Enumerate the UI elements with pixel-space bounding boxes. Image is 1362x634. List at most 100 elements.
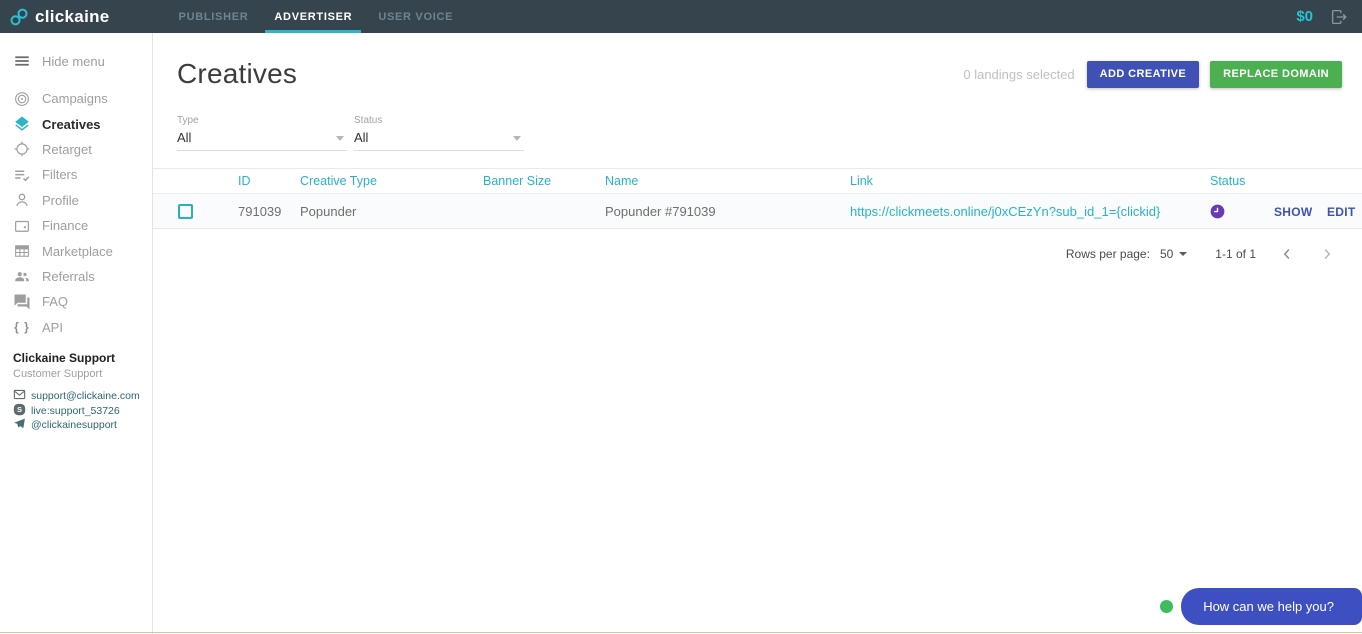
type-filter-label: Type [177,115,199,126]
hamburger-icon [13,52,31,70]
sidebar: Hide menu Campaigns Creatives Retarget F… [0,33,153,634]
status-filter-label: Status [354,115,383,126]
column-header-status[interactable]: Status [1210,174,1274,188]
sidebar-item-filters[interactable]: Filters [0,162,152,187]
column-header-banner-size[interactable]: Banner Size [483,174,605,188]
chat-widget[interactable]: How can we help you? [1160,588,1362,625]
top-navbar: clickaine PUBLISHER ADVERTISER USER VOIC… [0,0,1362,33]
row-checkbox-cell [153,203,238,219]
svg-text:S: S [17,405,22,414]
chevron-down-icon [1179,252,1188,256]
support-contacts: support@clickaine.com S live:support_537… [13,389,152,433]
show-button[interactable]: SHOW [1274,205,1313,219]
sidebar-item-faq[interactable]: FAQ [0,289,152,314]
sidebar-item-label: Finance [42,218,89,234]
person-icon [13,191,31,209]
sidebar-item-creatives[interactable]: Creatives [0,111,152,136]
type-filter-select[interactable]: Type All [177,115,347,151]
support-title: Clickaine Support [13,350,116,365]
rows-per-page-label: Rows per page: [1065,247,1150,261]
people-icon [13,267,31,285]
chat-prompt-button[interactable]: How can we help you? [1181,588,1362,625]
layers-icon [13,115,31,133]
pagination: Rows per page: 50 1-1 of 1 [153,229,1362,263]
cell-link: https://clickmeets.online/j0xCEzYn?sub_i… [850,204,1210,219]
sidebar-item-label: Marketplace [42,243,113,259]
row-checkbox[interactable] [178,203,193,219]
chevron-down-icon [513,136,521,141]
navbar-right: $0 [1296,8,1362,26]
wallet-icon [13,217,31,235]
target-icon [13,90,31,108]
telegram-icon [13,417,26,433]
support-telegram[interactable]: @clickainesupport [13,418,152,433]
sidebar-item-label: Filters [42,167,78,183]
sidebar-item-referrals[interactable]: Referrals [0,264,152,289]
clickaine-logo-icon [8,6,30,28]
column-header-creative-type[interactable]: Creative Type [300,174,483,188]
replace-domain-button[interactable]: REPLACE DOMAIN [1210,60,1342,88]
page-title: Creatives [177,58,298,89]
tab-publisher[interactable]: PUBLISHER [170,0,258,33]
cell-status [1210,204,1274,219]
support-skype-label: live:support_53726 [31,404,120,417]
support-email[interactable]: support@clickaine.com [13,389,152,404]
sidebar-item-marketplace[interactable]: Marketplace [0,238,152,263]
brand-name: clickaine [35,6,110,26]
navbar-tabs: PUBLISHER ADVERTISER USER VOICE [166,0,467,33]
sidebar-item-label: Creatives [42,116,101,132]
cell-id: 791039 [238,203,282,219]
cell-name: Popunder #791039 [605,203,716,219]
braces-icon: { } [14,320,30,335]
page-header: Creatives 0 landings selected ADD CREATI… [153,33,1362,90]
sidebar-item-profile[interactable]: Profile [0,188,152,213]
table-header-row: ID Creative Type Banner Size Name Link S… [153,169,1362,193]
table-row: 791039 Popunder Popunder #791039 https:/… [153,193,1362,229]
add-creative-button[interactable]: ADD CREATIVE [1086,60,1200,88]
column-header-link[interactable]: Link [850,174,1210,188]
status-filter-select[interactable]: Status All [354,115,524,151]
sidebar-item-retarget[interactable]: Retarget [0,137,152,162]
type-filter-value: All [177,126,347,151]
filter-check-icon [13,166,31,184]
hide-menu-button[interactable]: Hide menu [0,50,152,72]
previous-page-button[interactable] [1278,245,1296,263]
column-header-id[interactable]: ID [238,174,300,188]
online-status-dot [1160,600,1174,613]
sidebar-item-label: Profile [42,192,79,208]
sidebar-menu: Campaigns Creatives Retarget Filters Pro… [0,86,152,340]
sidebar-item-label: Retarget [42,141,92,157]
bottom-divider [0,631,1362,633]
rows-per-page-value: 50 [1159,247,1174,261]
creative-link[interactable]: https://clickmeets.online/j0xCEzYn?sub_i… [850,204,1160,219]
sidebar-item-finance[interactable]: Finance [0,213,152,238]
sidebar-item-campaigns[interactable]: Campaigns [0,86,152,111]
support-telegram-label: @clickainesupport [31,419,117,432]
sidebar-item-label: FAQ [42,294,69,310]
rows-per-page-select[interactable]: 50 [1159,247,1188,261]
main-content: Creatives 0 landings selected ADD CREATI… [153,33,1362,634]
support-skype[interactable]: S live:support_53726 [13,403,152,418]
tab-user-voice[interactable]: USER VOICE [369,0,462,33]
sidebar-item-label: Campaigns [42,91,108,107]
balance-amount[interactable]: $0 [1296,8,1313,25]
grid-icon [13,242,31,260]
sidebar-item-api[interactable]: { } API [0,315,152,340]
sidebar-item-label: Referrals [42,268,95,284]
status-filter-value: All [354,126,524,151]
selection-status: 0 landings selected [963,66,1075,82]
support-block: Clickaine Support Customer Support suppo… [0,351,152,433]
logout-icon[interactable] [1330,8,1348,26]
brand[interactable]: clickaine [8,6,110,28]
tab-advertiser[interactable]: ADVERTISER [265,0,362,33]
cell-creative-type: Popunder [300,203,357,219]
hide-menu-label: Hide menu [42,53,105,69]
edit-button[interactable]: EDIT [1327,205,1356,219]
chat-icon [13,293,31,311]
support-email-label: support@clickaine.com [31,390,140,403]
sidebar-item-label: API [42,319,63,335]
support-subtitle: Customer Support [13,367,103,380]
column-header-name[interactable]: Name [605,174,850,188]
pagination-range: 1-1 of 1 [1215,247,1256,261]
next-page-button[interactable] [1318,245,1336,263]
